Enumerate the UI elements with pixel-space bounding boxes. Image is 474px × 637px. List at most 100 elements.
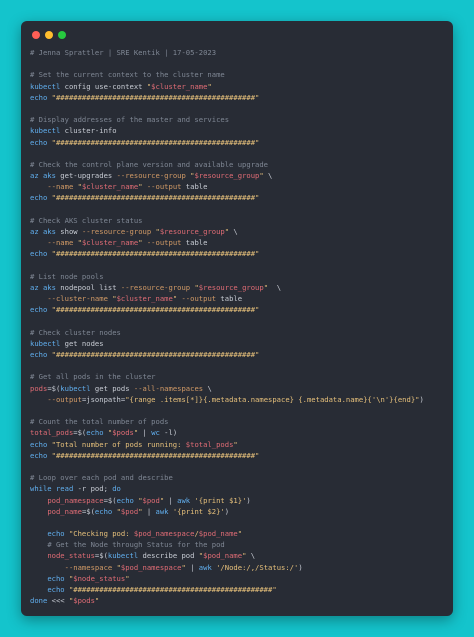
- code-line: echo "##################################…: [30, 137, 447, 148]
- code-token: az aks: [30, 171, 56, 181]
- code-token: $cluster_name: [151, 81, 208, 91]
- code-token: kubectl: [30, 126, 61, 136]
- minimize-dot-icon[interactable]: [45, 31, 53, 39]
- code-token: table: [216, 294, 243, 304]
- code-token: show: [55, 227, 82, 236]
- code-token: # Check the control plane version and av…: [30, 159, 268, 169]
- code-token: table: [181, 182, 208, 192]
- code-token: '{print $1}': [194, 495, 247, 505]
- code-token: ): [298, 562, 303, 572]
- code-token: get pods: [90, 383, 134, 393]
- code-line: az aks nodepool list --resource-group "$…: [30, 282, 447, 293]
- code-token: total_pods: [30, 428, 74, 438]
- code-token: # Jenna Sprattler | SRE Kentik | 17-05-2…: [30, 48, 217, 57]
- code-token: do: [112, 484, 121, 494]
- code-token: \: [229, 227, 238, 236]
- code-token: $resource_group: [194, 171, 260, 181]
- code-token: =jsonpath=: [81, 394, 126, 404]
- code-line: node_status=$(kubectl describe pod "$pod…: [30, 550, 447, 561]
- code-token: kubectl: [107, 551, 139, 561]
- code-token: # Loop over each pod and describe: [30, 473, 173, 483]
- code-token: \: [246, 551, 256, 561]
- code-line: done <<< "$pods": [30, 595, 447, 606]
- code-token: '/Node:/,/Status:/': [216, 562, 299, 572]
- code-line: echo "$node_status": [30, 573, 447, 584]
- code-token: --namespace: [64, 562, 113, 572]
- code-token: ): [419, 394, 424, 404]
- code-token: $resource_group: [198, 282, 264, 292]
- code-line: echo "##################################…: [30, 248, 447, 259]
- code-token: kubectl: [30, 81, 61, 91]
- code-token: echo: [30, 193, 48, 203]
- code-token: --resource-group: [81, 227, 152, 236]
- code-token: ": [125, 573, 130, 583]
- close-dot-icon[interactable]: [32, 31, 40, 39]
- code-token: echo: [94, 506, 113, 516]
- code-line: # Get all pods in the cluster: [30, 371, 447, 382]
- code-token: =$(: [94, 551, 108, 561]
- code-token: $pod_name: [203, 551, 243, 561]
- code-token: -r pod;: [73, 484, 113, 494]
- code-line: echo "##################################…: [30, 304, 447, 315]
- code-token: cluster-info: [60, 126, 117, 136]
- code-token: node_status: [47, 551, 95, 561]
- code-line: echo "Total number of pods running: $tot…: [30, 439, 447, 450]
- code-token: |: [142, 506, 156, 516]
- code-token: # Display addresses of the master and se…: [30, 115, 230, 125]
- code-token: ": [94, 596, 100, 606]
- code-line: az aks get-upgrades --resource-group "$r…: [30, 170, 447, 181]
- code-token: echo: [47, 529, 65, 539]
- code-token: $cluster_name: [81, 238, 139, 248]
- code-token: echo: [30, 249, 48, 259]
- code-token: get-upgrades: [55, 171, 117, 181]
- code-token: echo: [47, 585, 65, 594]
- code-token: echo: [30, 350, 48, 360]
- code-token: kubectl: [30, 338, 61, 348]
- code-token: |: [164, 495, 178, 505]
- code-token: pod_name: [47, 506, 82, 516]
- code-token: awk: [177, 495, 191, 505]
- code-token: ": [233, 439, 238, 449]
- code-token: # List node pools: [30, 271, 104, 281]
- code-token: ": [207, 81, 212, 91]
- code-token: kubectl: [60, 383, 91, 393]
- code-line: kubectl config use-context "$cluster_nam…: [30, 81, 447, 92]
- code-line: --cluster-name "$cluster_name" --output …: [30, 293, 447, 304]
- code-token: echo: [30, 450, 48, 460]
- code-token: wc: [151, 428, 160, 438]
- code-token: =$(: [47, 383, 61, 393]
- code-token: --cluster-name: [47, 294, 108, 304]
- code-token: "#######################################…: [51, 450, 260, 460]
- code-token: nodepool list: [55, 282, 121, 292]
- code-line: kubectl cluster-info: [30, 125, 447, 136]
- code-token: "Total number of pods running:: [51, 439, 186, 449]
- code-token: # Check AKS cluster status: [30, 215, 143, 225]
- code-token: $pod_name: [198, 529, 238, 539]
- code-token: $pod: [142, 495, 160, 505]
- code-token: =$(: [73, 428, 87, 438]
- code-token: --output: [146, 238, 182, 248]
- code-token: az aks: [30, 227, 56, 236]
- code-token: config use-context: [60, 81, 147, 91]
- code-token: echo: [116, 495, 134, 505]
- code-token: --name: [47, 182, 74, 192]
- code-token: "#######################################…: [68, 585, 277, 594]
- code-line: echo "##################################…: [30, 192, 447, 203]
- code-token: $pod_namespace: [120, 562, 182, 572]
- code-token: --output: [146, 182, 182, 192]
- code-token: "#######################################…: [51, 350, 260, 360]
- code-line: --output=jsonpath="{range .items[*]}{.me…: [30, 394, 447, 405]
- code-token: "#######################################…: [51, 92, 260, 102]
- maximize-dot-icon[interactable]: [58, 31, 66, 39]
